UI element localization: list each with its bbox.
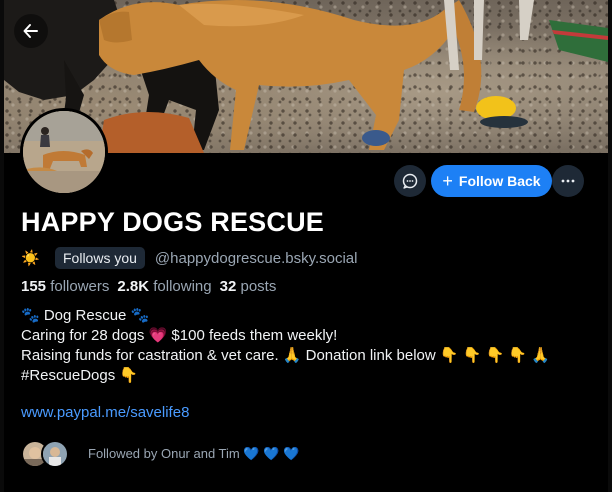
- follows-you-badge: Follows you: [55, 247, 145, 269]
- message-button[interactable]: [394, 165, 426, 197]
- follower-avatar: [41, 440, 69, 468]
- followers-stat[interactable]: 155 followers: [21, 278, 109, 295]
- profile-stats: 155 followers 2.8K following 32 posts: [21, 278, 276, 295]
- back-button[interactable]: [14, 14, 48, 48]
- back-arrow-icon: [23, 24, 38, 38]
- bio-hashtag-line[interactable]: #RescueDogs 👇: [21, 366, 550, 386]
- more-options-button[interactable]: [552, 165, 584, 197]
- handle-row: ☀️ Follows you @happydogrescue.bsky.soci…: [21, 247, 357, 269]
- following-stat[interactable]: 2.8K following: [117, 278, 211, 295]
- plus-icon: +: [442, 171, 453, 191]
- status-emoji: ☀️: [21, 250, 40, 267]
- bio-line: 🐾 Dog Rescue 🐾: [21, 307, 150, 324]
- following-count: 2.8K: [117, 278, 150, 295]
- followed-by-row[interactable]: Followed by Onur and Tim 💙 💙 💙: [21, 439, 299, 469]
- posts-label: posts: [240, 278, 277, 295]
- handle[interactable]: @happydogrescue.bsky.social: [155, 250, 358, 267]
- profile-bio: 🐾 Dog Rescue 🐾 Caring for 28 dogs 💗 $100…: [21, 306, 550, 386]
- followed-by-text: Followed by Onur and Tim 💙 💙 💙: [88, 446, 300, 461]
- bio-line: Raising funds for castration & vet care.…: [21, 347, 550, 364]
- posts-count: 32: [219, 278, 237, 295]
- followers-label: followers: [50, 278, 110, 295]
- following-label: following: [153, 278, 212, 295]
- chat-bubble-icon: [402, 173, 418, 189]
- donation-link[interactable]: www.paypal.me/savelife8: [21, 404, 189, 421]
- follow-back-label: Follow Back: [458, 173, 541, 189]
- avatar-image: [23, 111, 105, 193]
- follow-back-button[interactable]: + Follow Back: [431, 165, 552, 197]
- profile-page: + Follow Back HAPPY DOGS RESCUE ☀️ Follo…: [4, 0, 608, 492]
- bio-line: Caring for 28 dogs 💗 $100 feeds them wee…: [21, 327, 338, 344]
- followers-count: 155: [21, 278, 47, 295]
- display-name: HAPPY DOGS RESCUE: [21, 207, 324, 237]
- avatar[interactable]: [20, 108, 108, 196]
- posts-stat: 32 posts: [220, 278, 277, 295]
- ellipsis-icon: [561, 179, 575, 183]
